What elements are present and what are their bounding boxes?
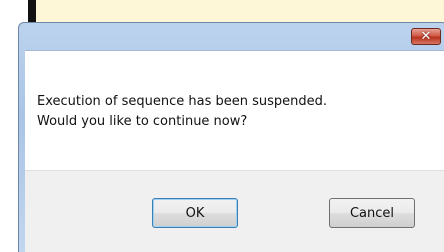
dialog-message: Execution of sequence has been suspended… — [37, 92, 327, 132]
dialog-titlebar[interactable]: ✕ — [19, 23, 444, 50]
close-button[interactable]: ✕ — [411, 28, 441, 45]
close-icon: ✕ — [420, 29, 432, 44]
ok-button[interactable]: OK — [152, 198, 238, 228]
cancel-button[interactable]: Cancel — [329, 198, 415, 228]
screen: ✕ Execution of sequence has been suspend… — [0, 0, 444, 252]
message-line-2: Would you like to continue now? — [37, 114, 248, 129]
background-window — [30, 0, 444, 24]
message-line-1: Execution of sequence has been suspended… — [37, 94, 328, 109]
